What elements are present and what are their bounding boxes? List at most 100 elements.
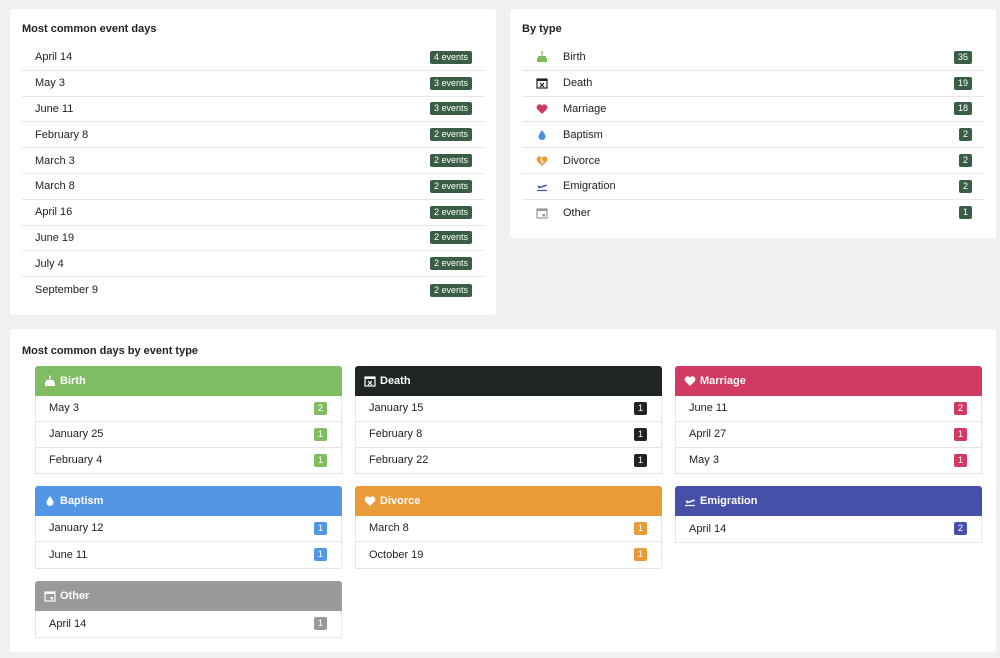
- count-badge: 1: [313, 521, 327, 535]
- event-count-badge: 2 events: [429, 283, 472, 297]
- type-row-emigration: Emigration 2: [522, 174, 984, 200]
- event-date: February 22: [369, 454, 429, 467]
- event-count-badge: 4 events: [429, 50, 472, 64]
- event-date: July 4: [35, 257, 64, 270]
- list-item: April 14 4 events: [22, 45, 484, 71]
- group-title: Birth: [60, 375, 86, 387]
- broken-heart-icon: [364, 495, 376, 507]
- group-title: Marriage: [700, 375, 746, 387]
- group-list: May 3 2 January 25 1 February 4 1: [35, 396, 342, 475]
- type-label: Birth: [563, 51, 586, 64]
- count-badge: 1: [633, 453, 647, 467]
- group-header: Emigration: [675, 486, 982, 516]
- event-date: March 8: [369, 522, 409, 535]
- list-item: January 12 1: [36, 516, 341, 542]
- event-type-group-death: Death January 15 1 February 8 1 February 22 1: [355, 366, 662, 475]
- event-date: May 3: [689, 454, 719, 467]
- count-badge: 1: [313, 427, 327, 441]
- list-item: April 14 2: [676, 516, 981, 542]
- event-date: January 15: [369, 402, 424, 415]
- event-count-badge: 2 events: [429, 231, 472, 245]
- by-type-card: By type Birth 35 Death 19 Marriage 18 Baptism 2…: [510, 9, 996, 238]
- calendar-x-icon: [534, 75, 550, 91]
- list-item: October 19 1: [356, 542, 661, 568]
- event-date: April 14: [49, 617, 87, 630]
- count-badge: 2: [313, 401, 327, 415]
- list-item: April 27 1: [676, 422, 981, 448]
- group-title: Death: [380, 375, 411, 387]
- count-badge: 1: [313, 453, 327, 467]
- most-common-days-card: Most common event days April 14 4 events M…: [10, 9, 496, 315]
- card-title: Most common days by event type: [22, 345, 199, 357]
- type-label: Baptism: [563, 128, 603, 141]
- event-date: April 27: [689, 428, 727, 441]
- count-badge: 1: [953, 453, 967, 467]
- birth-cake-icon: [534, 49, 550, 65]
- count-badge: 2: [953, 522, 967, 536]
- card-title: Most common event days: [22, 23, 157, 35]
- count-badge: 1: [633, 427, 647, 441]
- list-item: May 3 1: [676, 448, 981, 474]
- event-count-badge: 2 events: [429, 128, 472, 142]
- group-title: Other: [60, 590, 90, 602]
- list-item: September 9 2 events: [22, 277, 484, 303]
- group-header: Birth: [35, 366, 342, 396]
- type-count-badge: 2: [958, 179, 972, 193]
- type-count-badge: 18: [953, 102, 972, 116]
- calendar-icon: [534, 205, 550, 221]
- list-item: June 11 2: [676, 396, 981, 422]
- group-title: Divorce: [380, 495, 421, 507]
- event-date: June 19: [35, 231, 75, 244]
- type-count-badge: 1: [958, 206, 972, 220]
- type-label: Other: [563, 206, 591, 219]
- list-item: February 22 1: [356, 448, 661, 474]
- event-date: April 16: [35, 206, 73, 219]
- event-date: October 19: [369, 548, 424, 561]
- list-item: March 8 2 events: [22, 174, 484, 200]
- list-item: March 3 2 events: [22, 148, 484, 174]
- type-label: Death: [563, 77, 593, 90]
- event-type-group-divorce: Divorce March 8 1 October 19 1: [355, 486, 662, 569]
- heart-icon: [684, 375, 696, 387]
- type-count-badge: 19: [953, 76, 972, 90]
- list-item: June 11 3 events: [22, 97, 484, 123]
- count-badge: 1: [313, 548, 327, 562]
- count-badge: 1: [953, 427, 967, 441]
- event-date: May 3: [49, 402, 79, 415]
- list-item: July 4 2 events: [22, 251, 484, 278]
- type-label: Divorce: [563, 154, 601, 167]
- event-count-badge: 3 events: [429, 76, 472, 90]
- list-item: April 16 2 events: [22, 200, 484, 226]
- event-date: February 4: [49, 454, 103, 467]
- airplane-departure-icon: [684, 495, 696, 507]
- type-row-other: Other 1: [522, 200, 984, 226]
- event-type-group-birth: Birth May 3 2 January 25 1 February 4 1: [35, 366, 342, 475]
- event-date: June 11: [49, 548, 88, 561]
- group-list: March 8 1 October 19 1: [355, 516, 662, 569]
- list-item: January 25 1: [36, 422, 341, 448]
- group-header: Marriage: [675, 366, 982, 396]
- days-by-event-type-card: Most common days by event type Birth May …: [10, 329, 996, 652]
- group-header: Divorce: [355, 486, 662, 516]
- event-date: January 12: [49, 522, 104, 535]
- count-badge: 1: [313, 617, 327, 631]
- list-item: January 15 1: [356, 396, 661, 422]
- count-badge: 2: [953, 401, 967, 415]
- event-type-group-marriage: Marriage June 11 2 April 27 1 May 3 1: [675, 366, 982, 475]
- birth-cake-icon: [44, 375, 56, 387]
- by-type-list: Birth 35 Death 19 Marriage 18 Baptism 2 Divorce 2…: [522, 45, 984, 226]
- event-date: March 3: [35, 154, 75, 167]
- count-badge: 1: [633, 401, 647, 415]
- group-list: April 14 2: [675, 516, 982, 543]
- list-item: February 8 1: [356, 422, 661, 448]
- list-item: June 11 1: [36, 542, 341, 568]
- list-item: May 3 3 events: [22, 71, 484, 97]
- event-date: April 14: [689, 522, 727, 535]
- event-date: March 8: [35, 180, 75, 193]
- type-row-marriage: Marriage 18: [522, 97, 984, 123]
- count-badge: 1: [633, 521, 647, 535]
- type-label: Emigration: [563, 180, 616, 193]
- list-item: March 8 1: [356, 516, 661, 542]
- type-count-badge: 2: [958, 128, 972, 142]
- list-item: February 4 1: [36, 448, 341, 474]
